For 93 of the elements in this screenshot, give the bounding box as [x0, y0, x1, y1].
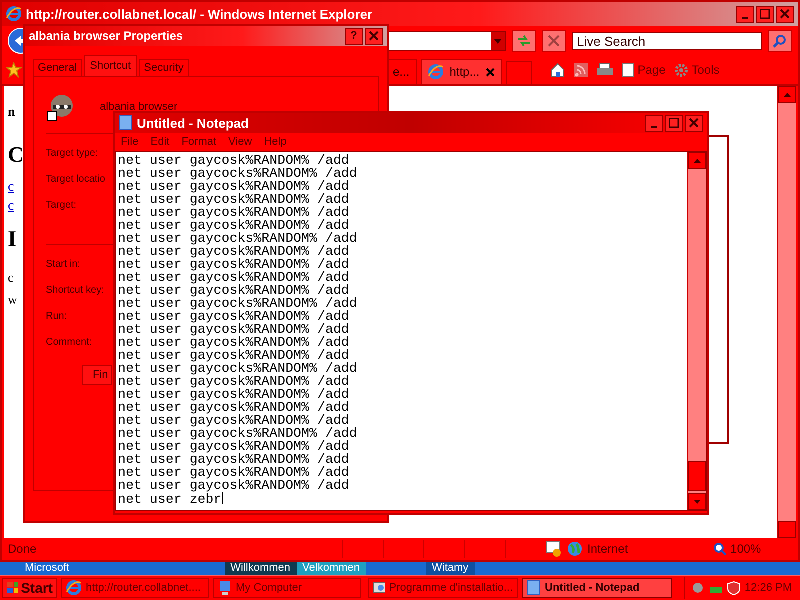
wallpaper-text: Velkommen: [296, 562, 366, 575]
maximize-button[interactable]: [756, 6, 774, 22]
home-icon[interactable]: [550, 62, 566, 78]
field-label: Target locatio: [46, 172, 106, 186]
scroll-down-button[interactable]: [778, 521, 796, 538]
zoom-level[interactable]: 100%: [712, 542, 792, 556]
status-text: Done: [8, 542, 38, 556]
start-button[interactable]: Start: [2, 578, 57, 598]
page-text: I: [8, 226, 17, 252]
tools-menu[interactable]: Tools: [674, 62, 720, 78]
page-text: n: [8, 104, 16, 120]
find-target-button[interactable]: Fin: [82, 365, 112, 385]
up-arrow-icon: [784, 92, 790, 96]
print-icon[interactable]: [596, 63, 614, 77]
close-icon: [689, 118, 699, 128]
stop-button[interactable]: [542, 30, 566, 52]
security-zone: Internet: [567, 541, 707, 557]
field-label: Target:: [46, 198, 77, 212]
menu-item[interactable]: Format: [182, 136, 217, 148]
globe-icon: [567, 541, 584, 557]
close-icon: [369, 31, 379, 41]
window-title: http://router.collabnet.local/ - Windows Internet Explorer: [26, 6, 373, 22]
wallpaper-text: Willkommen: [224, 562, 297, 575]
taskbar-button[interactable]: http://router.collabnet....: [61, 578, 209, 598]
field-label: Start in:: [46, 258, 80, 272]
computer-icon: [218, 580, 232, 596]
page-text: C: [8, 142, 24, 168]
notepad-icon: [527, 580, 541, 596]
gear-icon: [674, 62, 689, 78]
menu-item[interactable]: Help: [264, 136, 287, 148]
installer-icon: [373, 580, 386, 596]
page-text: c: [8, 270, 14, 286]
help-button[interactable]: ?: [345, 28, 363, 44]
dialog-title: albania browser Properties: [29, 29, 184, 43]
minimize-icon: [742, 16, 748, 18]
search-button[interactable]: [768, 30, 792, 52]
maximize-button[interactable]: [665, 114, 683, 132]
dialog-tab[interactable]: Shortcut: [84, 55, 138, 76]
clock: 12:26 PM: [744, 582, 792, 594]
shortcut-name: albania browser: [100, 101, 178, 113]
page-menu[interactable]: Page: [622, 62, 666, 78]
field-label: Run:: [46, 310, 68, 324]
scroll-thumb[interactable]: [688, 461, 706, 491]
browser-e-icon: [66, 580, 82, 596]
refresh-icon: [517, 35, 531, 47]
page-link[interactable]: c: [8, 199, 14, 215]
minimize-button[interactable]: [736, 6, 754, 22]
close-icon[interactable]: [486, 68, 495, 76]
warning-icon: [546, 541, 562, 557]
field-label: Comment:: [46, 336, 92, 350]
favorites-star-icon[interactable]: [6, 62, 22, 78]
dialog-tab[interactable]: General: [33, 59, 82, 76]
wallpaper-text: Microsoft: [25, 562, 70, 575]
dialog-tab[interactable]: Security: [139, 59, 189, 76]
windows-logo-icon: [6, 581, 18, 595]
window-title: Untitled - Notepad: [137, 116, 249, 130]
animal-face-icon: [46, 92, 76, 122]
maximize-icon: [760, 9, 770, 19]
shield-icon[interactable]: [726, 581, 741, 595]
taskbar-button[interactable]: Untitled - Notepad: [522, 578, 672, 598]
dropdown-arrow-icon: [494, 38, 502, 44]
search-icon: [712, 542, 727, 556]
feeds-icon[interactable]: [574, 63, 588, 77]
page-link[interactable]: c: [8, 180, 14, 196]
close-button[interactable]: [685, 114, 703, 132]
down-arrow-icon: [694, 500, 700, 504]
search-icon: [773, 34, 787, 48]
minimize-button[interactable]: [645, 114, 663, 132]
search-field[interactable]: Live Search: [572, 32, 762, 50]
page-icon: [622, 62, 635, 78]
browser-tab[interactable]: http...: [420, 59, 502, 84]
menu-item[interactable]: View: [228, 136, 252, 148]
browser-tab[interactable]: e...: [386, 59, 417, 84]
maximize-icon: [669, 118, 679, 128]
browser-logo-icon: [6, 6, 22, 22]
scrollbar[interactable]: [777, 86, 796, 538]
field-label: Shortcut key:: [46, 284, 104, 298]
wallpaper-text: Witamy: [426, 562, 475, 575]
menu-item[interactable]: File: [121, 136, 139, 148]
page-text: w: [8, 292, 18, 308]
close-button[interactable]: [365, 28, 383, 44]
close-icon: [780, 9, 790, 19]
minimize-icon: [651, 126, 657, 128]
taskbar-button[interactable]: Programme d'installatio...: [368, 578, 518, 598]
browser-e-icon: [428, 64, 444, 80]
notepad-icon: [119, 115, 133, 131]
menu-item[interactable]: Edit: [150, 136, 170, 148]
up-arrow-icon: [694, 158, 700, 162]
taskbar-button[interactable]: My Computer: [213, 578, 361, 598]
field-label: Target type:: [46, 146, 98, 160]
scrollbar[interactable]: [687, 152, 706, 510]
close-button[interactable]: [776, 6, 794, 22]
stop-icon: [548, 35, 560, 47]
